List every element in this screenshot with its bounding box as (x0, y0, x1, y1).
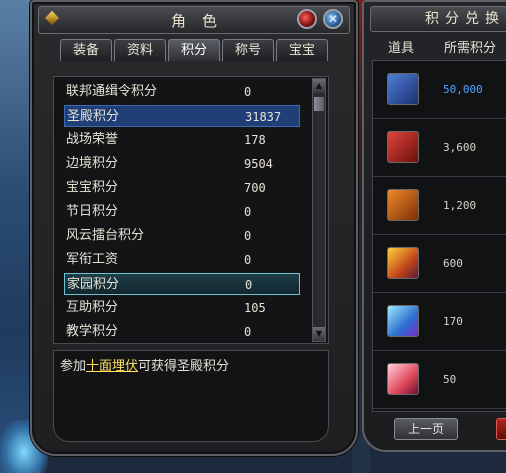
points-row-value: 178 (244, 133, 266, 147)
red-chest-icon (387, 131, 419, 163)
points-row-label: 边境积分 (66, 156, 119, 171)
points-row-label: 教学积分 (66, 324, 119, 339)
points-row[interactable]: 战场荣誉 178 (64, 129, 300, 151)
gold-crystal-icon (387, 247, 419, 279)
blue-crystal-icon (387, 305, 419, 337)
item-cost: 170 (443, 315, 463, 328)
points-row-label: 联邦通缉令积分 (66, 84, 158, 99)
tab-points[interactable]: 积分 (168, 39, 220, 61)
help-orb-icon[interactable] (297, 9, 317, 29)
points-row-label: 互助积分 (66, 300, 119, 315)
header-item: 道具 (388, 41, 415, 56)
points-row-value: 0 (245, 278, 253, 292)
points-row[interactable]: 家园积分 0 (64, 273, 300, 295)
exchange-panel: 积分兑换 道具 所需积分 50,000 3,600 1,200 600 170 … (362, 0, 506, 452)
item-cost: 1,200 (443, 199, 477, 212)
scroll-down-icon[interactable]: ▼ (313, 327, 325, 341)
points-row[interactable]: 联邦通缉令积分 0 (64, 81, 300, 103)
description-suffix: 可获得圣殿积分 (138, 359, 230, 374)
points-row[interactable]: 军衔工资 0 (64, 249, 300, 271)
tab-equipment[interactable]: 装备 (60, 39, 112, 61)
points-row-value: 105 (244, 301, 266, 315)
item-cost: 3,600 (443, 141, 477, 154)
exchange-item-row[interactable]: 170 (373, 293, 506, 351)
exchange-item-row[interactable]: 600 (373, 235, 506, 293)
orange-chest-icon (387, 189, 419, 221)
exchange-item-row[interactable]: 50,000 (373, 61, 506, 119)
points-row-value: 700 (244, 181, 266, 195)
points-row-label: 风云擂台积分 (66, 228, 145, 243)
close-icon[interactable]: ✕ (323, 9, 343, 29)
exchange-list: 50,000 3,600 1,200 600 170 50 (372, 60, 506, 412)
tab-pets[interactable]: 宝宝 (276, 39, 328, 61)
tab-profile[interactable]: 资料 (114, 39, 166, 61)
exchange-item-row[interactable]: 3,600 (373, 119, 506, 177)
scroll-up-icon[interactable]: ▲ (313, 79, 325, 93)
exchange-item-row[interactable]: 50 (373, 351, 506, 409)
prev-page-button[interactable]: 上一页 (394, 418, 458, 440)
points-row-label: 军衔工资 (66, 252, 119, 267)
tab-titles[interactable]: 称号 (222, 39, 274, 61)
points-row-value: 0 (244, 205, 252, 219)
header-cost: 所需积分 (444, 41, 497, 56)
points-row-value: 0 (244, 325, 252, 339)
points-row[interactable]: 节日积分 0 (64, 201, 300, 223)
points-row[interactable]: 互助积分 105 (64, 297, 300, 319)
points-row[interactable]: 风云擂台积分 0 (64, 225, 300, 247)
exchange-table-header: 道具 所需积分 (374, 38, 506, 60)
next-page-button[interactable] (496, 418, 506, 440)
points-row[interactable]: 教学积分 0 (64, 321, 300, 343)
event-link[interactable]: 十面埋伏 (86, 359, 138, 374)
description-text: 参加十面埋伏可获得圣殿积分 (60, 355, 229, 374)
exchange-item-row[interactable]: 1,200 (373, 177, 506, 235)
character-title-bar[interactable]: 角色 ✕ (38, 6, 350, 34)
description-prefix: 参加 (60, 359, 87, 374)
points-list: 联邦通缉令积分 0 圣殿积分 31837 战场荣誉 178 边境积分 9504 … (53, 76, 329, 344)
points-row-value: 0 (244, 253, 252, 267)
description-box: 参加十面埋伏可获得圣殿积分 (53, 350, 329, 442)
character-panel: 角色 ✕ 装备 资料 积分 称号 宝宝 联邦通缉令积分 0 圣殿积分 31837… (30, 0, 358, 456)
points-row-value: 0 (244, 85, 252, 99)
item-cost: 600 (443, 257, 463, 270)
game-screen: 角色 ✕ 装备 资料 积分 称号 宝宝 联邦通缉令积分 0 圣殿积分 31837… (0, 0, 506, 473)
blue-chest-icon (387, 73, 419, 105)
exchange-panel-title[interactable]: 积分兑换 (370, 6, 506, 32)
points-scrollbar[interactable]: ▲ ▼ (312, 78, 326, 342)
points-row-label: 家园积分 (67, 277, 120, 292)
points-row[interactable]: 圣殿积分 31837 (64, 105, 300, 127)
points-row-value: 0 (244, 229, 252, 243)
points-row[interactable]: 边境积分 9504 (64, 153, 300, 175)
red-crystal-icon (387, 363, 419, 395)
points-row-label: 宝宝积分 (66, 180, 119, 195)
points-row-label: 节日积分 (66, 204, 119, 219)
points-row[interactable]: 宝宝积分 700 (64, 177, 300, 199)
points-row-label: 圣殿积分 (67, 109, 120, 124)
points-row-label: 战场荣誉 (66, 132, 119, 147)
points-row-value: 9504 (244, 157, 273, 171)
item-cost: 50,000 (443, 83, 483, 96)
points-row-value: 31837 (245, 110, 282, 124)
item-cost: 50 (443, 373, 457, 386)
scroll-thumb[interactable] (314, 97, 324, 111)
